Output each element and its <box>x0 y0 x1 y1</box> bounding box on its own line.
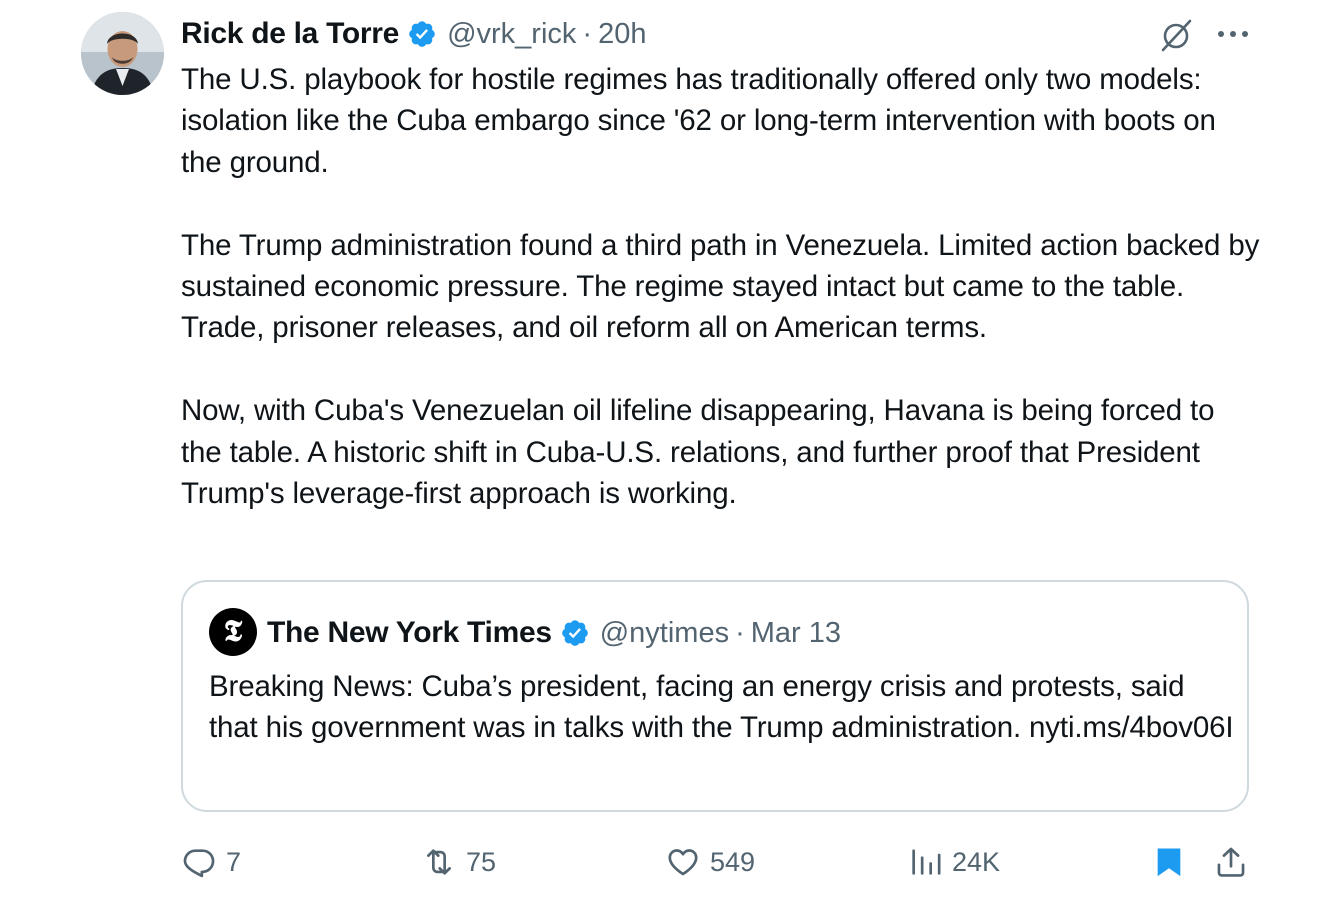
views-button[interactable]: 24K <box>908 840 1000 884</box>
like-button[interactable]: 549 <box>666 840 755 884</box>
action-bar: 7 75 549 24K <box>0 840 1340 884</box>
verified-badge-icon <box>561 620 588 646</box>
bookmark-icon <box>1157 848 1181 877</box>
share-icon <box>1217 847 1245 877</box>
repost-icon <box>427 849 451 875</box>
quoted-tweet-card[interactable]: 𝕿 The New York Times @nytimes · Mar 13 B… <box>181 580 1249 812</box>
verified-badge-icon[interactable] <box>407 19 437 49</box>
repost-button[interactable]: 75 <box>422 840 496 884</box>
heart-icon <box>668 849 698 876</box>
nyt-logo-icon: 𝕿 <box>209 608 257 656</box>
tweet-time[interactable]: 20h <box>598 18 646 51</box>
reply-icon <box>183 849 215 878</box>
grok-icon[interactable] <box>1157 16 1195 54</box>
author-avatar[interactable] <box>81 12 164 95</box>
tweet-header: Rick de la Torre @vrk_rick · 20h <box>181 14 646 54</box>
more-icon[interactable] <box>1213 22 1253 46</box>
separator-dot: · <box>582 17 593 50</box>
author-name[interactable]: Rick de la Torre <box>181 17 399 51</box>
reply-button[interactable]: 7 <box>182 840 241 884</box>
repost-count: 75 <box>466 846 497 877</box>
views-icon <box>912 849 941 875</box>
separator-dot: · <box>735 616 745 649</box>
quote-author-name[interactable]: The New York Times <box>267 616 552 650</box>
tweet-text: The U.S. playbook for hostile regimes ha… <box>181 63 1260 511</box>
quote-text: Breaking News: Cuba’s president, facing … <box>209 670 1234 744</box>
quote-date[interactable]: Mar 13 <box>751 617 841 650</box>
share-button[interactable] <box>1214 840 1248 884</box>
quote-header: The New York Times @nytimes · Mar 13 <box>267 612 841 654</box>
views-count: 24K <box>952 846 1001 877</box>
bookmark-button[interactable] <box>1152 840 1186 884</box>
reply-count: 7 <box>226 846 242 877</box>
quote-author-handle[interactable]: @nytimes <box>600 617 729 650</box>
avatar-photo <box>81 12 164 95</box>
like-count: 549 <box>710 846 756 877</box>
author-handle[interactable]: @vrk_rick <box>447 18 576 51</box>
